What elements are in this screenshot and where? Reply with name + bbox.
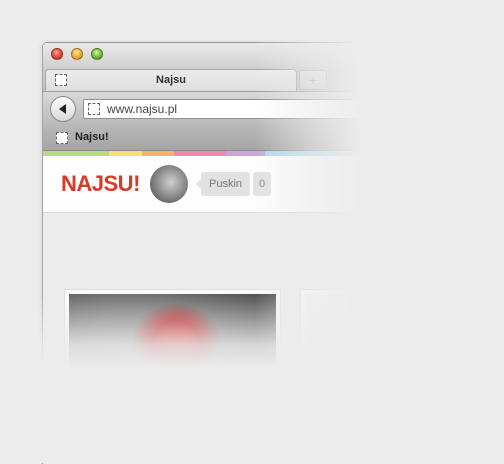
zoom-window-button[interactable] (91, 48, 103, 60)
browser-window: Najsu + www.najsu.pl Najsu! NAJSU! Puski… (42, 42, 504, 464)
tab-najsu[interactable]: Najsu (45, 69, 297, 91)
title-bar (43, 43, 504, 67)
card-image (69, 294, 276, 434)
favicon-icon (56, 132, 68, 144)
tab-bar: Najsu + (43, 67, 504, 92)
back-button[interactable] (50, 96, 76, 122)
back-arrow-icon (59, 104, 66, 114)
count-badge: 0 (253, 172, 271, 196)
username-badge[interactable]: Puskin (195, 172, 251, 196)
toolbar: www.najsu.pl (43, 92, 504, 126)
avatar[interactable] (150, 165, 188, 203)
site-logo[interactable]: NAJSU! (61, 171, 140, 197)
close-window-button[interactable] (51, 48, 63, 60)
minimize-window-button[interactable] (71, 48, 83, 60)
image-card[interactable] (64, 289, 281, 439)
card-image (305, 294, 504, 434)
bookmark-najsu[interactable]: Najsu! (75, 131, 109, 143)
bookmarks-bar: Najsu! (43, 126, 504, 151)
image-card[interactable] (300, 289, 504, 439)
url-text: www.najsu.pl (107, 102, 178, 116)
address-bar[interactable]: www.najsu.pl (83, 99, 504, 119)
new-tab-button[interactable]: + (299, 70, 327, 90)
tab-title: Najsu (156, 74, 186, 86)
site-header: NAJSU! Puskin 0 (43, 156, 504, 213)
favicon-icon (88, 103, 100, 115)
